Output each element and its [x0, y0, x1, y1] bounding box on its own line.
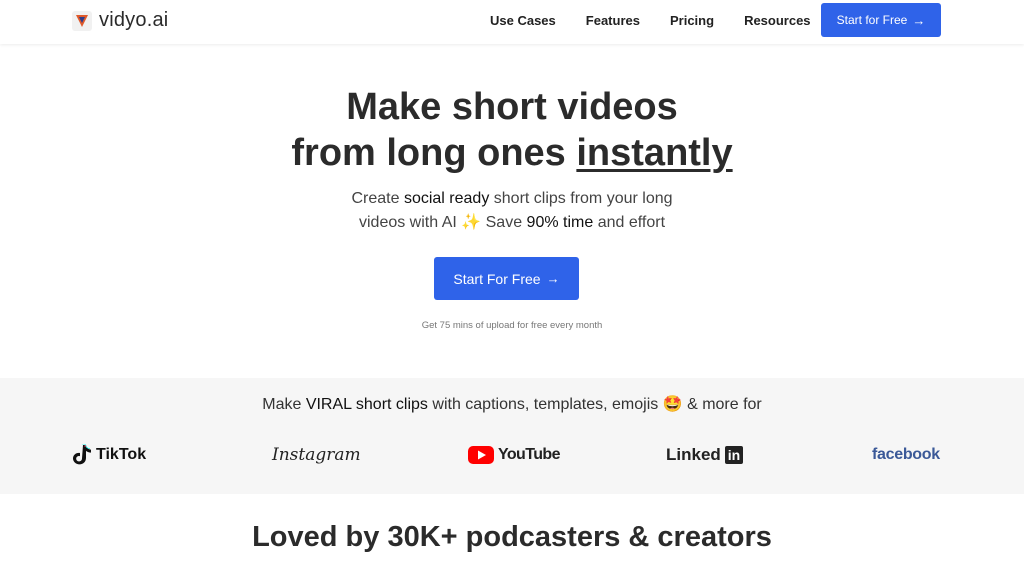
nav-start-free-button[interactable]: Start for Free →: [821, 3, 941, 37]
linkedin-wordmark: Linked: [666, 445, 721, 464]
youtube-wordmark: YouTube: [498, 446, 560, 463]
linkedin-logo: Linked in: [666, 440, 744, 470]
top-navbar: vidyo.ai Use Cases Features Pricing Reso…: [0, 0, 1024, 44]
hero-title-emphasis: instantly: [576, 132, 733, 174]
hero-start-free-button[interactable]: Start For Free →: [434, 257, 579, 300]
platforms-text: Make VIRAL short clips with captions, te…: [0, 394, 1024, 414]
youtube-play-icon: [468, 446, 494, 464]
platform-logos: TikTok Instagram YouTube Linked in faceb…: [0, 440, 1024, 470]
nav-use-cases[interactable]: Use Cases: [490, 13, 556, 28]
hero-subtitle-line2: videos with AI ✨ Save 90% time and effor…: [0, 211, 1024, 235]
arrow-right-icon: →: [546, 271, 560, 286]
facebook-logo: facebook: [872, 440, 940, 470]
platforms-band: Make VIRAL short clips with captions, te…: [0, 378, 1024, 494]
free-upload-note: Get 75 mins of upload for free every mon…: [421, 320, 603, 331]
hero-title-line1: Make short videos: [346, 86, 678, 128]
platforms-text-part: with captions, templates, emojis 🤩 & mor…: [427, 396, 762, 413]
hero-title: Make short videos from long ones instant…: [0, 84, 1024, 176]
hero-title-line2: from long ones instantly: [0, 130, 1024, 176]
platforms-text-part: Make: [262, 396, 306, 413]
vidyo-logo-icon: [72, 10, 92, 31]
subtitle-highlight: social ready: [403, 190, 490, 207]
nav-features[interactable]: Features: [586, 13, 640, 28]
arrow-right-icon: →: [912, 12, 926, 28]
nav-pricing[interactable]: Pricing: [670, 13, 714, 28]
tiktok-icon: [73, 444, 91, 465]
subtitle-text: and effort: [593, 214, 666, 231]
linkedin-in-badge: in: [724, 446, 744, 464]
platforms-text-highlight: VIRAL short clips: [305, 396, 428, 413]
hero-start-free-label: Start For Free: [453, 270, 541, 287]
nav-resources[interactable]: Resources: [744, 13, 810, 28]
hero-subtitle: Create social ready short clips from you…: [0, 187, 1024, 235]
instagram-logo: Instagram: [272, 440, 361, 470]
facebook-wordmark: facebook: [872, 446, 940, 463]
subtitle-highlight: 90% time: [526, 214, 594, 231]
hero-title-prefix: from long ones: [291, 132, 577, 174]
tiktok-logo: TikTok: [72, 440, 146, 470]
instagram-wordmark: Instagram: [272, 445, 361, 465]
nav-links: Use Cases Features Pricing Resources: [490, 13, 811, 28]
youtube-logo: YouTube: [468, 440, 560, 470]
brand-logo-link[interactable]: vidyo.ai: [72, 9, 168, 32]
subtitle-text: Create: [351, 190, 404, 207]
subtitle-text: videos with AI ✨ Save: [358, 214, 527, 231]
subtitle-text: short clips from your long: [489, 190, 673, 207]
hero-subtitle-line1: Create social ready short clips from you…: [0, 187, 1024, 211]
social-proof-title: Loved by 30K+ podcasters & creators: [252, 521, 772, 553]
brand-name: vidyo.ai: [99, 9, 169, 31]
nav-start-free-label: Start for Free: [836, 13, 908, 27]
tiktok-wordmark: TikTok: [96, 446, 147, 463]
